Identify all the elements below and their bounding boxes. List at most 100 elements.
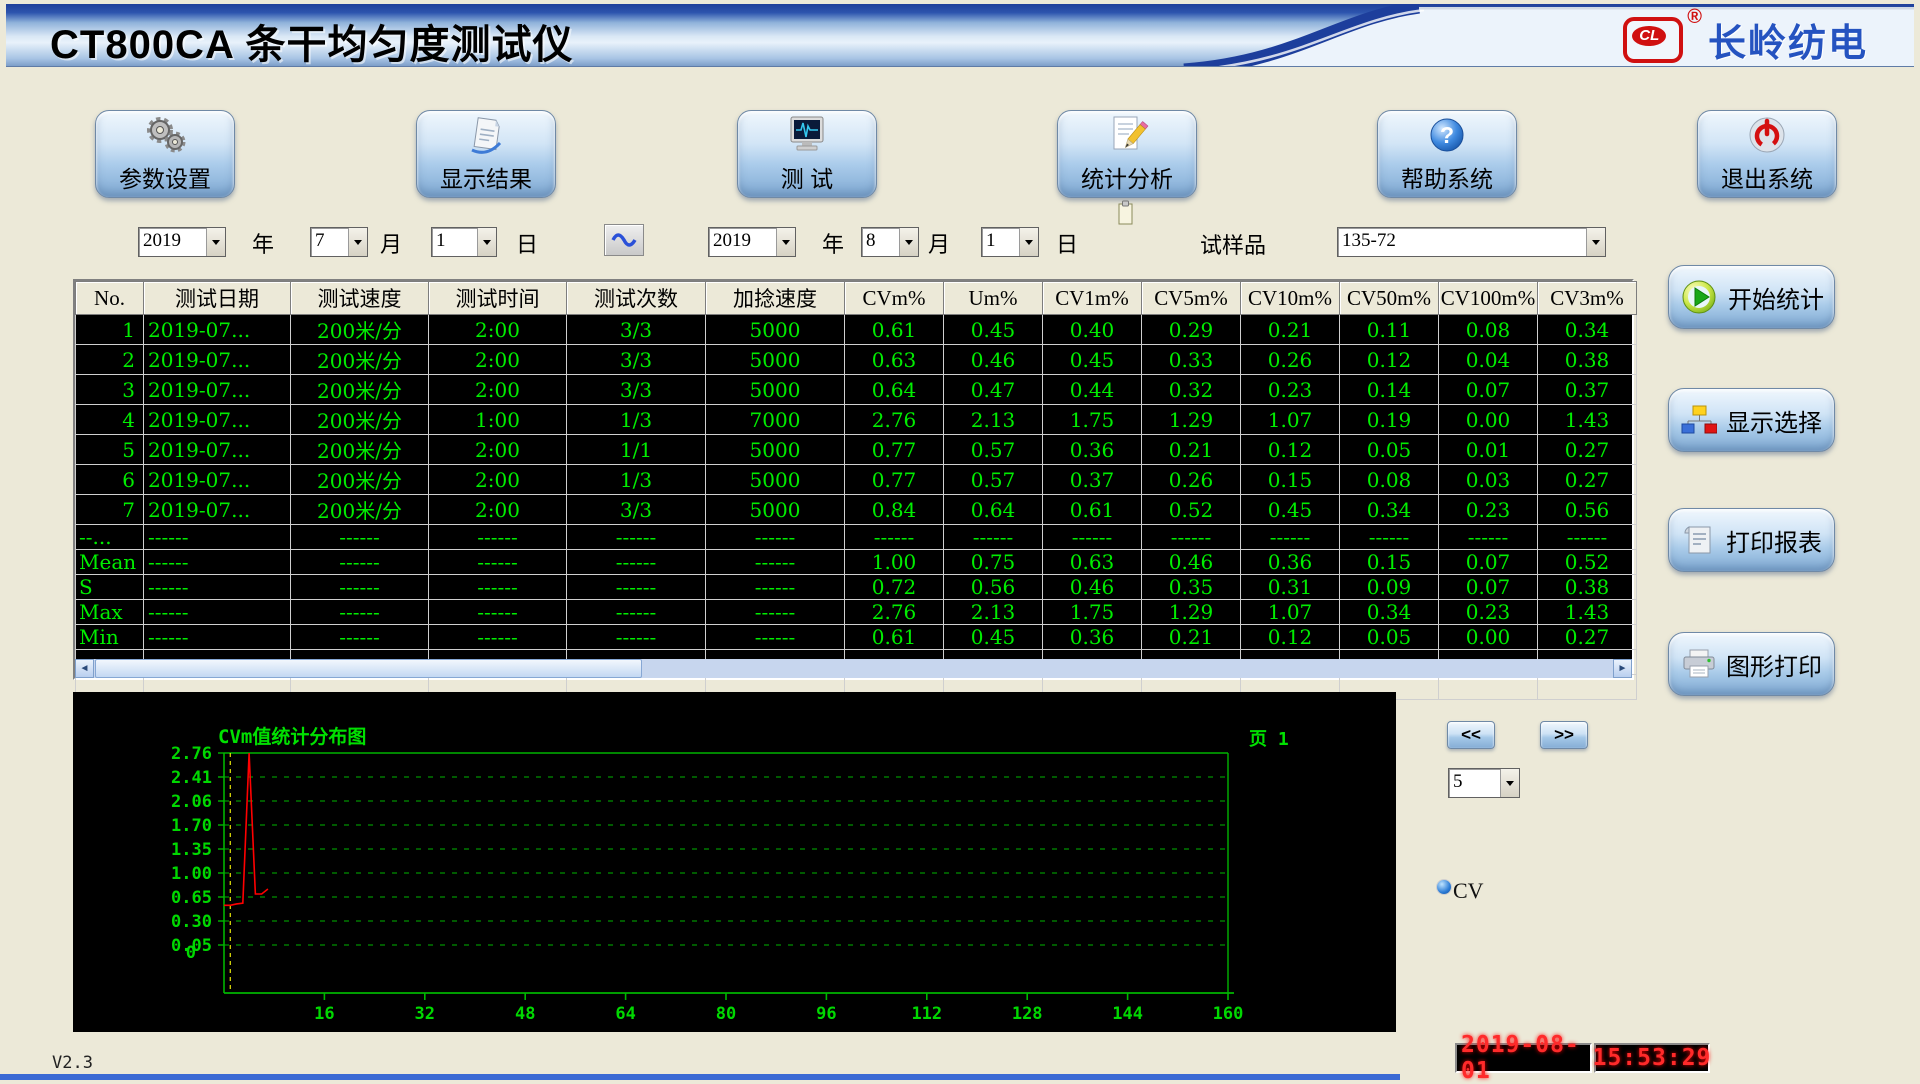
chart-tick-label: 1.70: [171, 816, 212, 836]
chart-tick-label: 48: [515, 1004, 535, 1024]
wave-icon: [609, 229, 639, 251]
column-header: CV5m%: [1142, 282, 1241, 315]
chart-page-label: 页 1: [1249, 725, 1289, 751]
page-size-select[interactable]: 5: [1448, 768, 1520, 798]
sample-select[interactable]: 135-72: [1337, 227, 1606, 257]
prev-page-button[interactable]: <<: [1447, 721, 1495, 749]
dropdown-arrow-icon[interactable]: [1019, 228, 1038, 256]
dropdown-arrow-icon[interactable]: [348, 228, 367, 256]
results-table-container: No.测试日期测试速度测试时间测试次数加捻速度CVm%Um%CV1m%CV5m%…: [73, 279, 1634, 680]
date-range-wave-button[interactable]: [604, 224, 644, 256]
distribution-chart-panel: CVm值统计分布图 页 1 2.76 2.41 2.06 1.70 1.35 1.00 0.…: [73, 692, 1396, 1032]
chart-tick-label: 64: [615, 1004, 635, 1024]
version-label: V2.3: [52, 1053, 93, 1073]
dropdown-arrow-icon[interactable]: [206, 228, 225, 256]
dropdown-arrow-icon[interactable]: [477, 228, 496, 256]
to-year-select[interactable]: 2019: [708, 227, 796, 257]
cv-globe-icon: [1437, 880, 1451, 894]
column-header: CVm%: [845, 282, 944, 315]
dropdown-arrow-icon[interactable]: [1500, 769, 1519, 797]
table-row[interactable]: 62019-07...200米/分2:001/350000.770.570.37…: [76, 465, 1637, 495]
next-page-button[interactable]: >>: [1540, 721, 1588, 749]
table-row[interactable]: 12019-07...200米/分2:003/350000.610.450.40…: [76, 315, 1637, 345]
column-header: CV100m%: [1439, 282, 1538, 315]
params-settings-button[interactable]: 参数设置: [95, 110, 235, 198]
print-report-button[interactable]: 打印报表: [1668, 508, 1835, 572]
app-title: CT800CA 条干均匀度测试仪: [50, 12, 573, 70]
table-row[interactable]: Mean------------------------------1.000.…: [76, 550, 1637, 575]
from-year-select[interactable]: 2019: [138, 227, 226, 257]
scroll-right-button[interactable]: ►: [1613, 659, 1632, 678]
scroll-left-button[interactable]: ◄: [75, 659, 94, 678]
show-results-button[interactable]: 显示结果: [416, 110, 556, 198]
registered-mark: ®: [1687, 6, 1702, 29]
brand-emblem-icon: CL: [1623, 17, 1683, 63]
results-document-icon: [463, 114, 509, 156]
chart-tick-label: 1.35: [171, 840, 212, 860]
to-day-label: 日: [1056, 227, 1078, 259]
chart-tick-label: 2.06: [171, 792, 212, 812]
report-scroll-icon: [1681, 523, 1717, 557]
svg-text:?: ?: [1440, 122, 1454, 148]
results-table-body: 12019-07...200米/分2:003/350000.610.450.40…: [76, 315, 1637, 700]
to-day-select[interactable]: 1: [981, 227, 1039, 257]
chart-title: CVm值统计分布图: [218, 722, 366, 749]
title-bar: CT800CA 条干均匀度测试仪 CL ® 长岭纺电: [6, 4, 1914, 67]
table-row[interactable]: S------------------------------0.720.560…: [76, 575, 1637, 600]
chart-tick-label: 0.65: [171, 888, 212, 908]
from-month-label: 月: [380, 227, 402, 259]
column-header: 测试速度: [291, 282, 429, 315]
chart-tick-label: 144: [1112, 1004, 1143, 1024]
to-year-label: 年: [822, 227, 844, 259]
column-header: Um%: [944, 282, 1043, 315]
column-header: No.: [76, 282, 144, 315]
scroll-thumb[interactable]: [95, 659, 642, 678]
chart-tick-label: 16: [314, 1004, 334, 1024]
clipboard-icon[interactable]: [1118, 200, 1134, 231]
column-header: CV3m%: [1538, 282, 1637, 315]
monitor-waveform-icon: [784, 114, 830, 156]
table-h-scrollbar[interactable]: ◄ ►: [75, 659, 1632, 678]
start-statistics-button[interactable]: 开始统计: [1668, 265, 1835, 329]
chart-tick-label: 0.30: [171, 912, 212, 932]
dropdown-arrow-icon[interactable]: [776, 228, 795, 256]
chart-tick-label: 2.76: [171, 744, 212, 764]
exit-system-button[interactable]: 退出系统: [1697, 110, 1837, 198]
help-system-button[interactable]: ? 帮助系统: [1377, 110, 1517, 198]
table-row[interactable]: Min------------------------------0.610.4…: [76, 625, 1637, 650]
from-day-select[interactable]: 1: [431, 227, 497, 257]
column-header: CV50m%: [1340, 282, 1439, 315]
play-icon: [1679, 277, 1719, 317]
cv-option[interactable]: CV: [1437, 878, 1484, 904]
help-question-icon: ?: [1426, 114, 1468, 156]
table-row[interactable]: 72019-07...200米/分2:003/350000.840.640.61…: [76, 495, 1637, 525]
led-date-display: 2019-08-01: [1455, 1043, 1592, 1073]
to-month-select[interactable]: 8: [861, 227, 919, 257]
table-row[interactable]: --...-----------------------------------…: [76, 525, 1637, 550]
chart-tick-label: 112: [911, 1004, 942, 1024]
display-selection-button[interactable]: 显示选择: [1668, 388, 1835, 452]
brand-name: 长岭纺电: [1708, 12, 1868, 67]
from-day-label: 日: [516, 227, 538, 259]
column-header: 加捻速度: [706, 282, 845, 315]
table-row[interactable]: 22019-07...200米/分2:003/350000.630.460.45…: [76, 345, 1637, 375]
table-row[interactable]: 52019-07...200米/分2:001/150000.770.570.36…: [76, 435, 1637, 465]
test-button[interactable]: 测 试: [737, 110, 877, 198]
dropdown-arrow-icon[interactable]: [1586, 228, 1605, 256]
from-year-label: 年: [252, 227, 274, 259]
brand-logo: CL ® 长岭纺电: [1623, 12, 1868, 67]
chart-tick-label: 2.41: [171, 768, 212, 788]
dropdown-arrow-icon[interactable]: [899, 228, 918, 256]
from-month-select[interactable]: 7: [310, 227, 368, 257]
statistics-analysis-button[interactable]: 统计分析: [1057, 110, 1197, 198]
table-row[interactable]: Max------------------------------2.762.1…: [76, 600, 1637, 625]
scroll-track[interactable]: [94, 659, 1613, 678]
chart-tick-label: 1.00: [171, 864, 212, 884]
chart-tick-label: 96: [816, 1004, 836, 1024]
table-row[interactable]: 32019-07...200米/分2:003/350000.640.470.44…: [76, 375, 1637, 405]
table-row[interactable]: 42019-07...200米/分1:001/370002.762.131.75…: [76, 405, 1637, 435]
column-header: CV10m%: [1241, 282, 1340, 315]
org-chart-icon: [1681, 404, 1717, 436]
print-graphics-button[interactable]: 图形打印: [1668, 632, 1835, 696]
led-time-display: 15:53:29: [1594, 1043, 1710, 1073]
